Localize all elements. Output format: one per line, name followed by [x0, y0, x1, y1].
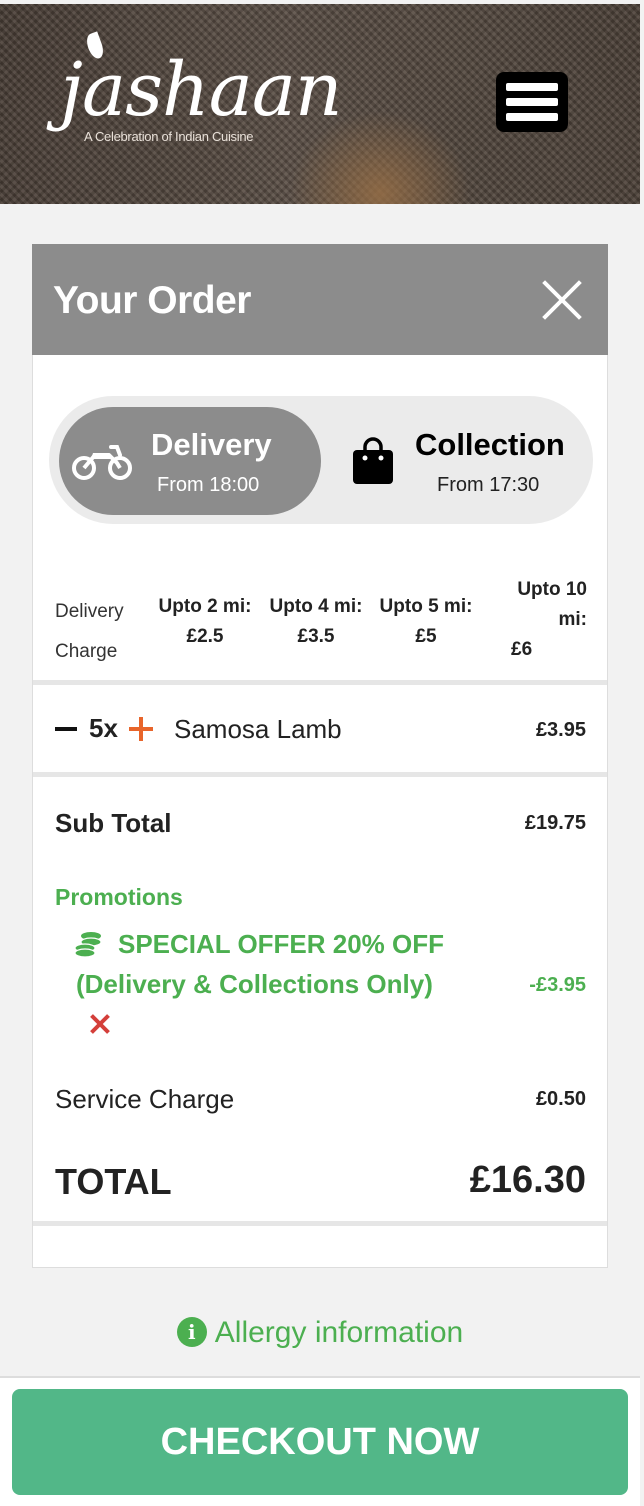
menu-bar-icon — [506, 83, 558, 91]
shopping-bag-icon — [353, 437, 393, 484]
tier-price: £5 — [415, 626, 437, 647]
close-icon[interactable] — [540, 278, 584, 322]
checkout-footer: CHECKOUT NOW — [0, 1376, 640, 1506]
tier-distance: Upto 2 mi: — [158, 596, 252, 617]
service-charge-label: Service Charge — [55, 1084, 235, 1114]
delivery-label: Delivery — [151, 427, 272, 462]
collection-time: From 17:30 — [437, 474, 540, 496]
tier-distance: mi: — [558, 609, 588, 630]
minus-icon[interactable] — [55, 727, 77, 731]
tier-price: £6 — [511, 639, 533, 660]
restaurant-logo[interactable]: jashaan A Celebration of Indian Cuisine — [20, 29, 343, 179]
delivery-charge-label-line: Charge — [55, 641, 118, 662]
delivery-charge-label-line: Delivery — [55, 601, 124, 622]
delivery-charge-label: Delivery Charge — [55, 592, 124, 672]
tier-distance: Upto 4 mi: — [269, 596, 363, 617]
remove-promo-icon[interactable] — [90, 1014, 110, 1034]
total-value: £16.30 — [469, 1159, 586, 1201]
divider — [33, 1221, 607, 1226]
item-name: Samosa Lamb — [174, 714, 342, 744]
delivery-tier: Upto 5 mi: £5 — [371, 592, 481, 652]
logo-wordmark: jashaan — [60, 47, 343, 133]
tier-distance: Upto 10 — [517, 579, 587, 600]
site-header: jashaan A Celebration of Indian Cuisine — [0, 4, 640, 204]
order-panel-header: Your Order — [32, 244, 608, 355]
info-icon: i — [176, 1317, 207, 1347]
collection-label: Collection — [415, 427, 565, 462]
subtotal-label: Sub Total — [55, 808, 172, 838]
delivery-charge-table: Delivery Charge Upto 2 mi: £2.5 Upto 4 m… — [33, 576, 607, 676]
menu-bar-icon — [506, 98, 558, 106]
delivery-tier: Upto 4 mi: £3.5 — [261, 592, 371, 652]
hamburger-menu-button[interactable] — [496, 72, 568, 132]
subtotal-value: £19.75 — [524, 812, 586, 834]
order-item-row: 5x Samosa Lamb £3.95 — [33, 685, 607, 773]
total-label: TOTAL — [55, 1161, 172, 1202]
delivery-tier: Upto 2 mi: £2.5 — [149, 592, 261, 652]
order-mode-toggle: Delivery From 18:00 Collection From 17:3… — [49, 396, 593, 524]
delivery-tier: Upto 10 mi: £6 — [501, 575, 587, 665]
service-charge-value: £0.50 — [535, 1088, 586, 1110]
collection-option[interactable]: Collection From 17:30 — [339, 407, 589, 515]
item-quantity: 5x — [89, 713, 118, 743]
logo-tagline: A Celebration of Indian Cuisine — [84, 129, 254, 144]
allergy-info-label: Allergy information — [214, 1316, 464, 1349]
checkout-button[interactable]: CHECKOUT NOW — [12, 1389, 628, 1495]
motorbike-icon — [72, 445, 132, 480]
divider — [33, 772, 607, 777]
promo-discount-value: -£3.95 — [529, 974, 586, 996]
allergy-info-link[interactable]: i Allergy information — [0, 1316, 640, 1350]
promo-offer-text: SPECIAL OFFER 20% OFF (Delivery & Collec… — [76, 929, 445, 999]
plus-icon[interactable] — [129, 717, 153, 741]
delivery-time: From 18:00 — [157, 474, 260, 496]
menu-bar-icon — [506, 113, 558, 121]
tier-distance: Upto 5 mi: — [379, 596, 473, 617]
promotions-label: Promotions — [55, 884, 183, 910]
delivery-option[interactable]: Delivery From 18:00 — [59, 407, 321, 515]
order-panel: Delivery From 18:00 Collection From 17:3… — [32, 355, 608, 1268]
tier-price: £3.5 — [297, 626, 335, 647]
order-title: Your Order — [53, 279, 251, 322]
tier-price: £2.5 — [186, 626, 224, 647]
item-price: £3.95 — [535, 719, 586, 741]
